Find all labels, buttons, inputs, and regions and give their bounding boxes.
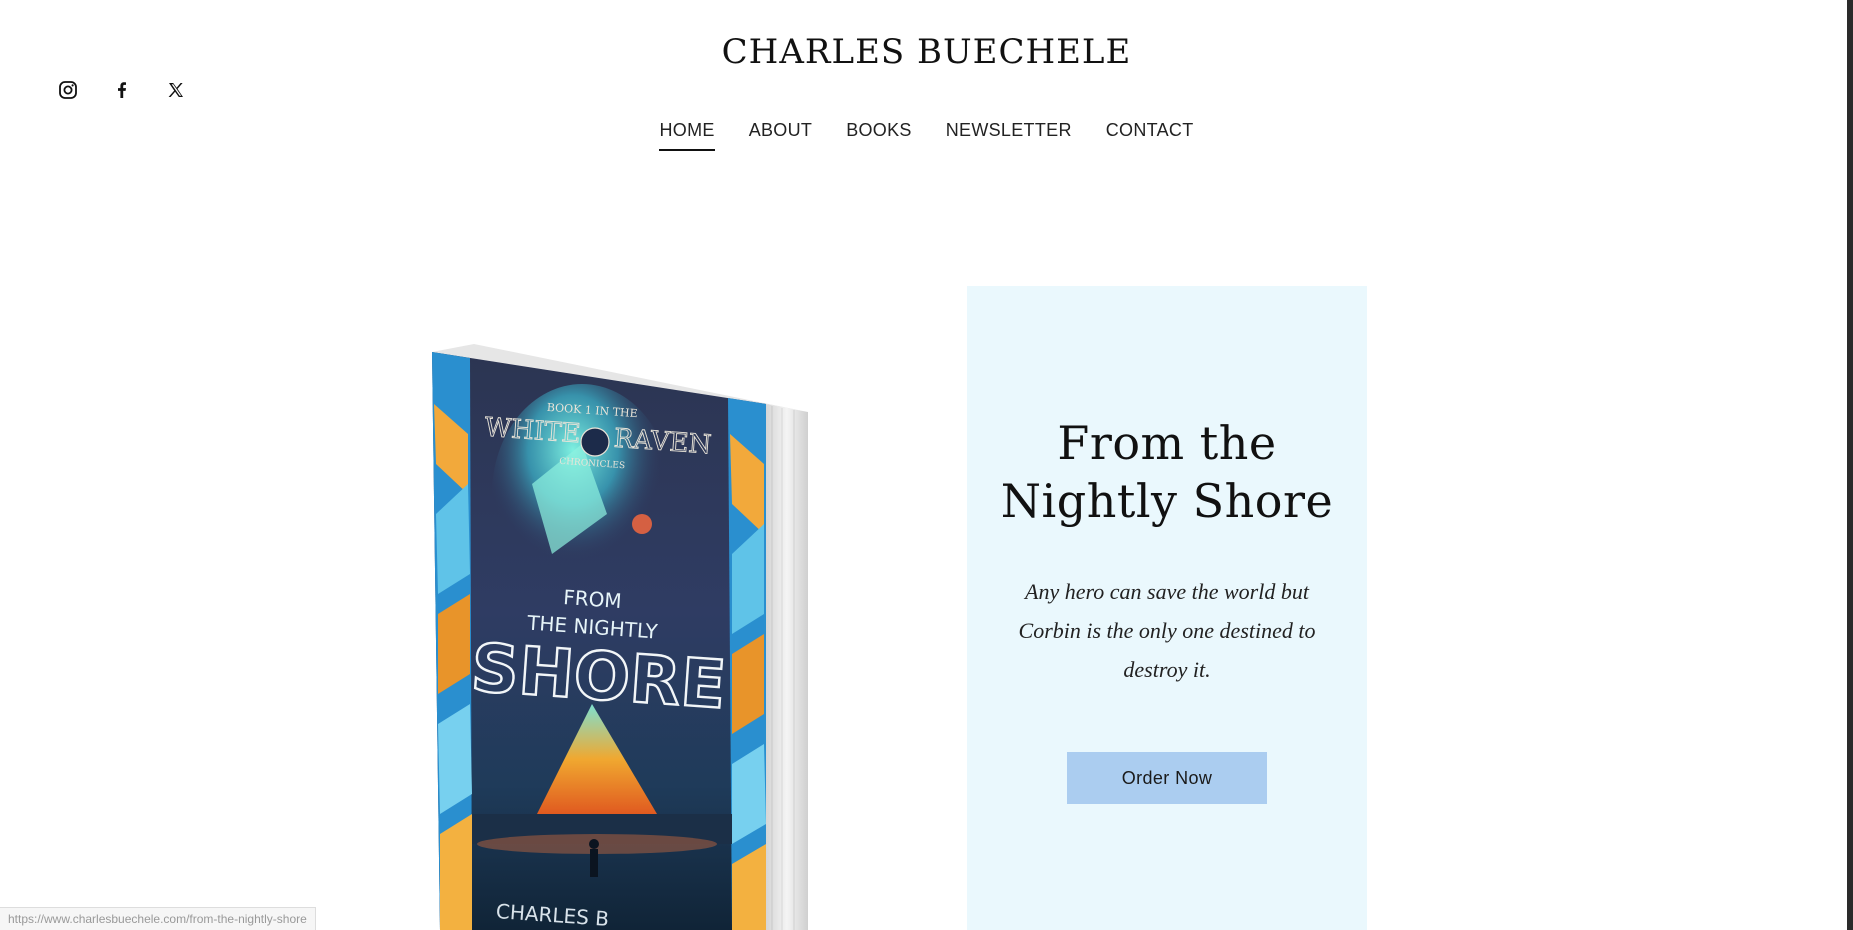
book-promo-panel: From the Nightly Shore Any hero can save… [967, 286, 1367, 930]
cover-title-line1: FROM [563, 585, 623, 613]
nav-item-home[interactable]: HOME [659, 120, 715, 151]
x-icon [168, 83, 183, 97]
nav-item-contact[interactable]: CONTACT [1106, 120, 1194, 151]
facebook-link[interactable] [112, 80, 132, 100]
x-link[interactable] [166, 80, 186, 100]
promo-tagline: Any hero can save the world but Corbin i… [1018, 579, 1316, 682]
instagram-link[interactable] [58, 80, 78, 100]
social-links [58, 80, 186, 100]
book-cover-image[interactable]: BOOK 1 IN THE WHITE RAVEN CHRONICLES FRO… [432, 344, 808, 930]
facebook-icon [118, 82, 126, 98]
instagram-icon [59, 81, 77, 99]
nav-item-about[interactable]: ABOUT [749, 120, 813, 151]
scrollbar[interactable] [1847, 0, 1853, 930]
order-now-button[interactable]: Order Now [1067, 752, 1267, 804]
status-bar-url: https://www.charlesbuechele.com/from-the… [0, 907, 316, 930]
main-nav: HOME ABOUT BOOKS NEWSLETTER CONTACT [0, 120, 1853, 151]
nav-item-books[interactable]: BOOKS [846, 120, 912, 151]
promo-title: From the Nightly Shore [1000, 416, 1334, 528]
nav-item-newsletter[interactable]: NEWSLETTER [946, 120, 1072, 151]
site-title[interactable]: CHARLES BUECHELE [0, 32, 1853, 72]
